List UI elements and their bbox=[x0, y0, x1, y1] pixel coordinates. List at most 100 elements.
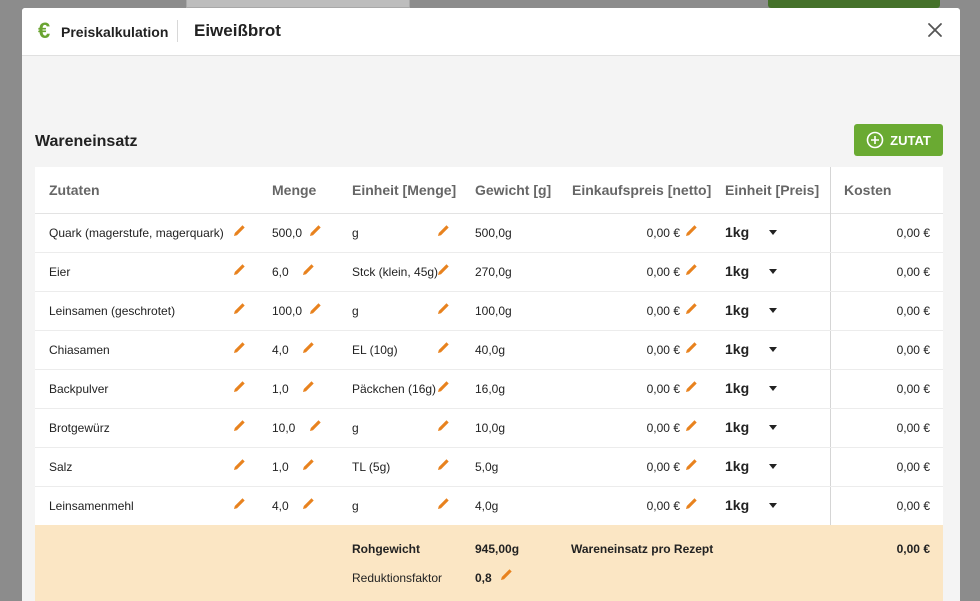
ingredient-name: Quark (magerstufe, magerquark) bbox=[49, 226, 224, 240]
menge-value: 4,0 bbox=[272, 343, 289, 357]
edit-ingredient-pencil-icon[interactable] bbox=[233, 341, 246, 354]
edit-ingredient-pencil-icon[interactable] bbox=[233, 380, 246, 393]
background-search-field bbox=[186, 0, 410, 8]
einheit-preis-select[interactable]: 1kg bbox=[725, 263, 785, 281]
rohgewicht-value: 945,00g bbox=[475, 542, 520, 556]
edit-einheit-pencil-icon[interactable] bbox=[437, 419, 450, 432]
menge-value: 1,0 bbox=[272, 460, 289, 474]
close-icon[interactable] bbox=[926, 21, 944, 39]
edit-ingredient-pencil-icon[interactable] bbox=[233, 263, 246, 276]
einkaufspreis-value: 0,00 € bbox=[646, 421, 680, 435]
einkaufspreis-value: 0,00 € bbox=[646, 265, 680, 279]
einheit-preis-select[interactable]: 1kg bbox=[725, 302, 785, 320]
chevron-down-icon bbox=[769, 503, 777, 508]
einheit-menge-value: g bbox=[352, 226, 359, 240]
einheit-menge-value: TL (5g) bbox=[352, 460, 391, 474]
euro-icon: € bbox=[38, 18, 51, 43]
gewicht-value: 40,0g bbox=[475, 343, 506, 357]
chevron-down-icon bbox=[769, 347, 777, 352]
edit-menge-pencil-icon[interactable] bbox=[302, 458, 315, 471]
add-ingredient-button[interactable]: ZUTAT bbox=[854, 124, 943, 156]
table-row: Backpulver 1,0 Päckchen (16g) 16,0g 0,00 € 1k… bbox=[35, 370, 943, 409]
menge-value: 100,0 bbox=[272, 304, 303, 318]
col-einkaufspreis: Einkaufspreis [netto] bbox=[572, 182, 712, 198]
edit-ingredient-pencil-icon[interactable] bbox=[233, 419, 246, 432]
wareneinsatz-label: Wareneinsatz pro Rezept bbox=[571, 542, 714, 556]
edit-einheit-pencil-icon[interactable] bbox=[437, 302, 450, 315]
kosten-value: 0,00 € bbox=[896, 226, 930, 240]
table-row: Salz 1,0 TL (5g) 5,0g 0,00 € 1kg 0,00 € bbox=[35, 448, 943, 487]
einheit-preis-select[interactable]: 1kg bbox=[725, 341, 785, 359]
edit-menge-pencil-icon[interactable] bbox=[302, 263, 315, 276]
header-divider bbox=[177, 20, 178, 42]
wareneinsatz-value: 0,00 € bbox=[896, 542, 930, 556]
einheit-menge-value: g bbox=[352, 304, 359, 318]
einheit-preis-select[interactable]: 1kg bbox=[725, 380, 785, 398]
einheit-preis-select[interactable]: 1kg bbox=[725, 458, 785, 476]
edit-einkaufspreis-pencil-icon[interactable] bbox=[685, 380, 698, 393]
price-calculation-modal: € Preiskalkulation Eiweißbrot Wareneinsa… bbox=[22, 8, 960, 601]
edit-einheit-pencil-icon[interactable] bbox=[437, 497, 450, 510]
ingredient-name: Salz bbox=[49, 460, 73, 474]
edit-ingredient-pencil-icon[interactable] bbox=[233, 302, 246, 315]
table-row: Chiasamen 4,0 EL (10g) 40,0g 0,00 € 1kg 0,00 € bbox=[35, 331, 943, 370]
edit-menge-pencil-icon[interactable] bbox=[302, 341, 315, 354]
edit-reduktionsfaktor-pencil-icon[interactable] bbox=[500, 568, 513, 581]
kosten-value: 0,00 € bbox=[896, 499, 930, 513]
gewicht-value: 100,0g bbox=[475, 304, 512, 318]
modal-kicker: Preiskalkulation bbox=[61, 24, 169, 40]
einheit-preis-select[interactable]: 1kg bbox=[725, 419, 785, 437]
gewicht-value: 4,0g bbox=[475, 499, 499, 513]
col-menge: Menge bbox=[272, 182, 317, 198]
einheit-preis-value: 1kg bbox=[725, 341, 750, 357]
kosten-value: 0,00 € bbox=[896, 382, 930, 396]
edit-einkaufspreis-pencil-icon[interactable] bbox=[685, 458, 698, 471]
edit-menge-pencil-icon[interactable] bbox=[302, 380, 315, 393]
chevron-down-icon bbox=[769, 425, 777, 430]
edit-einkaufspreis-pencil-icon[interactable] bbox=[685, 419, 698, 432]
einkaufspreis-value: 0,00 € bbox=[646, 460, 680, 474]
einkaufspreis-value: 0,00 € bbox=[646, 304, 680, 318]
ingredients-table: Zutaten Menge Einheit [Menge] Gewicht [g… bbox=[35, 167, 943, 601]
edit-einkaufspreis-pencil-icon[interactable] bbox=[685, 341, 698, 354]
edit-menge-pencil-icon[interactable] bbox=[309, 224, 322, 237]
plus-circle-icon bbox=[866, 131, 884, 149]
chevron-down-icon bbox=[769, 386, 777, 391]
edit-menge-pencil-icon[interactable] bbox=[309, 302, 322, 315]
einheit-menge-value: Päckchen (16g) bbox=[352, 382, 437, 396]
col-einheit-preis: Einheit [Preis] bbox=[725, 182, 820, 198]
edit-ingredient-pencil-icon[interactable] bbox=[233, 224, 246, 237]
col-einheit-menge: Einheit [Menge] bbox=[352, 182, 457, 198]
einkaufspreis-value: 0,00 € bbox=[646, 499, 680, 513]
edit-einkaufspreis-pencil-icon[interactable] bbox=[685, 497, 698, 510]
einheit-preis-select[interactable]: 1kg bbox=[725, 224, 785, 242]
edit-einkaufspreis-pencil-icon[interactable] bbox=[685, 263, 698, 276]
edit-menge-pencil-icon[interactable] bbox=[309, 419, 322, 432]
edit-einheit-pencil-icon[interactable] bbox=[437, 341, 450, 354]
menge-value: 4,0 bbox=[272, 499, 289, 513]
gewicht-value: 10,0g bbox=[475, 421, 506, 435]
add-ingredient-label: ZUTAT bbox=[890, 132, 931, 148]
edit-einkaufspreis-pencil-icon[interactable] bbox=[685, 302, 698, 315]
edit-einheit-pencil-icon[interactable] bbox=[437, 224, 450, 237]
edit-ingredient-pencil-icon[interactable] bbox=[233, 497, 246, 510]
edit-ingredient-pencil-icon[interactable] bbox=[233, 458, 246, 471]
table-row: Leinsamen (geschrotet) 100,0 g 100,0g 0,00 €… bbox=[35, 292, 943, 331]
modal-header: € Preiskalkulation Eiweißbrot bbox=[22, 8, 960, 56]
edit-einheit-pencil-icon[interactable] bbox=[437, 458, 450, 471]
gewicht-value: 270,0g bbox=[475, 265, 512, 279]
edit-einheit-pencil-icon[interactable] bbox=[437, 380, 450, 393]
edit-einheit-pencil-icon[interactable] bbox=[437, 263, 450, 276]
chevron-down-icon bbox=[769, 464, 777, 469]
edit-einkaufspreis-pencil-icon[interactable] bbox=[685, 224, 698, 237]
col-zutaten: Zutaten bbox=[49, 182, 100, 198]
chevron-down-icon bbox=[769, 269, 777, 274]
einheit-preis-value: 1kg bbox=[725, 224, 750, 240]
menge-value: 6,0 bbox=[272, 265, 289, 279]
einheit-preis-select[interactable]: 1kg bbox=[725, 497, 785, 515]
einkaufspreis-value: 0,00 € bbox=[646, 382, 680, 396]
einkaufspreis-value: 0,00 € bbox=[646, 226, 680, 240]
edit-menge-pencil-icon[interactable] bbox=[302, 497, 315, 510]
col-kosten: Kosten bbox=[844, 182, 892, 198]
ingredient-name: Backpulver bbox=[49, 382, 109, 396]
